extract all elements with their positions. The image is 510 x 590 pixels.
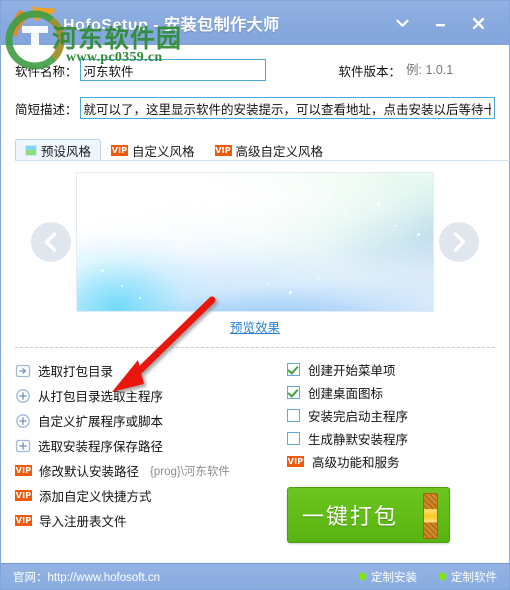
tab-advanced-custom-style[interactable]: VIP 高级自定义风格: [205, 139, 334, 161]
option-select-output-path[interactable]: 选取安装程序保存路径: [15, 433, 265, 458]
status-link-custom-install[interactable]: 定制安装: [359, 569, 417, 585]
checkbox-indicator[interactable]: [287, 409, 300, 422]
folder-arrow-icon: [15, 364, 31, 377]
description-label: 简短描述：: [15, 102, 78, 117]
tabs-underline: [15, 160, 510, 161]
vip-badge-icon: VIP: [111, 145, 129, 156]
status-link-label: 定制软件: [451, 571, 497, 584]
option-label: 高级功能和服务: [312, 456, 400, 470]
status-link-label: 定制安装: [371, 571, 417, 584]
option-label: 从打包目录选取主程序: [38, 390, 164, 404]
checkbox-label: 创建桌面图标: [308, 387, 384, 401]
description-row: 简短描述：: [15, 95, 495, 121]
option-select-package-dir[interactable]: 选取打包目录: [15, 358, 265, 383]
checkbox-create-start-menu[interactable]: 创建开始菜单项: [287, 358, 495, 381]
option-change-default-install-path[interactable]: VIP 修改默认安装路径 {prog}\河东软件: [15, 458, 265, 483]
options-section: 选取打包目录 从打包目录选取主程序 自定义扩展程序或脚本 选取安装程序保存路径 …: [1, 348, 509, 563]
version-group: 软件版本：: [338, 59, 495, 81]
vip-badge-icon: VIP: [214, 145, 232, 156]
default-install-path-value: {prog}\河东软件: [150, 465, 230, 478]
option-select-main-program[interactable]: 从打包目录选取主程序: [15, 383, 265, 408]
checkbox-indicator[interactable]: [287, 432, 300, 445]
checkbox-label: 生成静默安装程序: [308, 433, 409, 447]
vip-badge-icon: VIP: [15, 515, 32, 526]
close-icon[interactable]: [467, 12, 489, 34]
style-preview-carousel: [1, 171, 509, 313]
checkbox-label: 创建开始菜单项: [308, 364, 396, 378]
option-label: 选取打包目录: [38, 365, 114, 379]
tab-preset-style[interactable]: 预设风格: [15, 139, 102, 161]
pack-button-ribbon-icon: [423, 493, 438, 539]
tab-custom-style-label: 自定义风格: [132, 145, 195, 159]
option-custom-extension-script[interactable]: 自定义扩展程序或脚本: [15, 408, 265, 433]
style-tabs: 预设风格 VIP 自定义风格 VIP 高级自定义风格: [15, 137, 510, 161]
software-version-input[interactable]: [403, 59, 491, 81]
option-label: 导入注册表文件: [39, 515, 127, 529]
minimize-icon[interactable]: [429, 12, 451, 34]
checkbox-run-after-install[interactable]: 安装完启动主程序: [287, 404, 495, 427]
status-dot-icon: [359, 573, 366, 580]
checkbox-silent-installer[interactable]: 生成静默安装程序: [287, 427, 495, 450]
software-name-label: 软件名称：: [15, 64, 78, 79]
application-window: HofoSetup - 安装包制作大师 软件名称： 软件版本： 简短描述：: [0, 0, 510, 590]
tab-custom-style[interactable]: VIP 自定义风格: [101, 139, 205, 161]
software-version-label: 软件版本：: [338, 64, 401, 79]
tab-preset-style-label: 预设风格: [41, 145, 92, 159]
packaging-options-list: 选取打包目录 从打包目录选取主程序 自定义扩展程序或脚本 选取安装程序保存路径 …: [15, 358, 265, 563]
preview-link-row: 预览效果: [1, 317, 509, 337]
option-advanced-features-services[interactable]: VIP 高级功能和服务: [287, 450, 495, 473]
window-title: HofoSetup - 安装包制作大师: [63, 17, 280, 34]
one-click-pack-button[interactable]: 一键打包: [287, 487, 450, 543]
vip-badge-icon: VIP: [15, 490, 32, 501]
checkbox-create-desktop-icon[interactable]: 创建桌面图标: [287, 381, 495, 404]
option-label: 自定义扩展程序或脚本: [38, 415, 164, 429]
description-input[interactable]: [79, 97, 495, 119]
folder-arrow-icon: [15, 439, 31, 452]
carousel-prev-button[interactable]: [31, 222, 71, 262]
preview-effect-link[interactable]: 预览效果: [230, 321, 280, 335]
vip-badge-icon: VIP: [15, 465, 32, 476]
circle-plus-icon: [16, 413, 30, 428]
window-controls: [391, 1, 501, 45]
checkbox-indicator[interactable]: [287, 363, 300, 376]
one-click-pack-label: 一键打包: [302, 504, 399, 529]
option-import-registry-file[interactable]: VIP 导入注册表文件: [15, 508, 265, 533]
style-preview-image[interactable]: [77, 173, 433, 311]
vip-badge-icon: VIP: [287, 456, 304, 467]
style-swatch-icon: [25, 145, 37, 156]
option-label: 选取安装程序保存路径: [38, 440, 164, 454]
status-links: 定制安装 定制软件: [359, 569, 497, 585]
software-info-form: 软件名称： 软件版本： 简短描述：: [1, 45, 509, 131]
title-bar: HofoSetup - 安装包制作大师: [1, 1, 509, 45]
status-link-custom-software[interactable]: 定制软件: [439, 569, 497, 585]
circle-plus-icon: [16, 388, 30, 403]
install-settings-list: 创建开始菜单项 创建桌面图标 安装完启动主程序 生成静默安装程序 VIP 高级功…: [273, 358, 495, 563]
software-name-input[interactable]: [79, 59, 266, 81]
name-version-row: 软件名称： 软件版本：: [15, 57, 495, 83]
option-label: 添加自定义快捷方式: [39, 490, 152, 504]
tab-advanced-custom-style-label: 高级自定义风格: [235, 145, 324, 159]
checkbox-label: 安装完启动主程序: [308, 410, 409, 424]
status-bar: 官网：http://www.hofosoft.cn 定制安装 定制软件: [1, 563, 509, 589]
checkbox-indicator[interactable]: [287, 386, 300, 399]
carousel-next-button[interactable]: [439, 222, 479, 262]
option-label: 修改默认安装路径: [39, 465, 140, 479]
option-add-custom-shortcut[interactable]: VIP 添加自定义快捷方式: [15, 483, 265, 508]
chevron-down-icon[interactable]: [391, 12, 413, 34]
status-dot-icon: [439, 573, 446, 580]
official-site-label[interactable]: 官网：http://www.hofosoft.cn: [13, 569, 160, 585]
